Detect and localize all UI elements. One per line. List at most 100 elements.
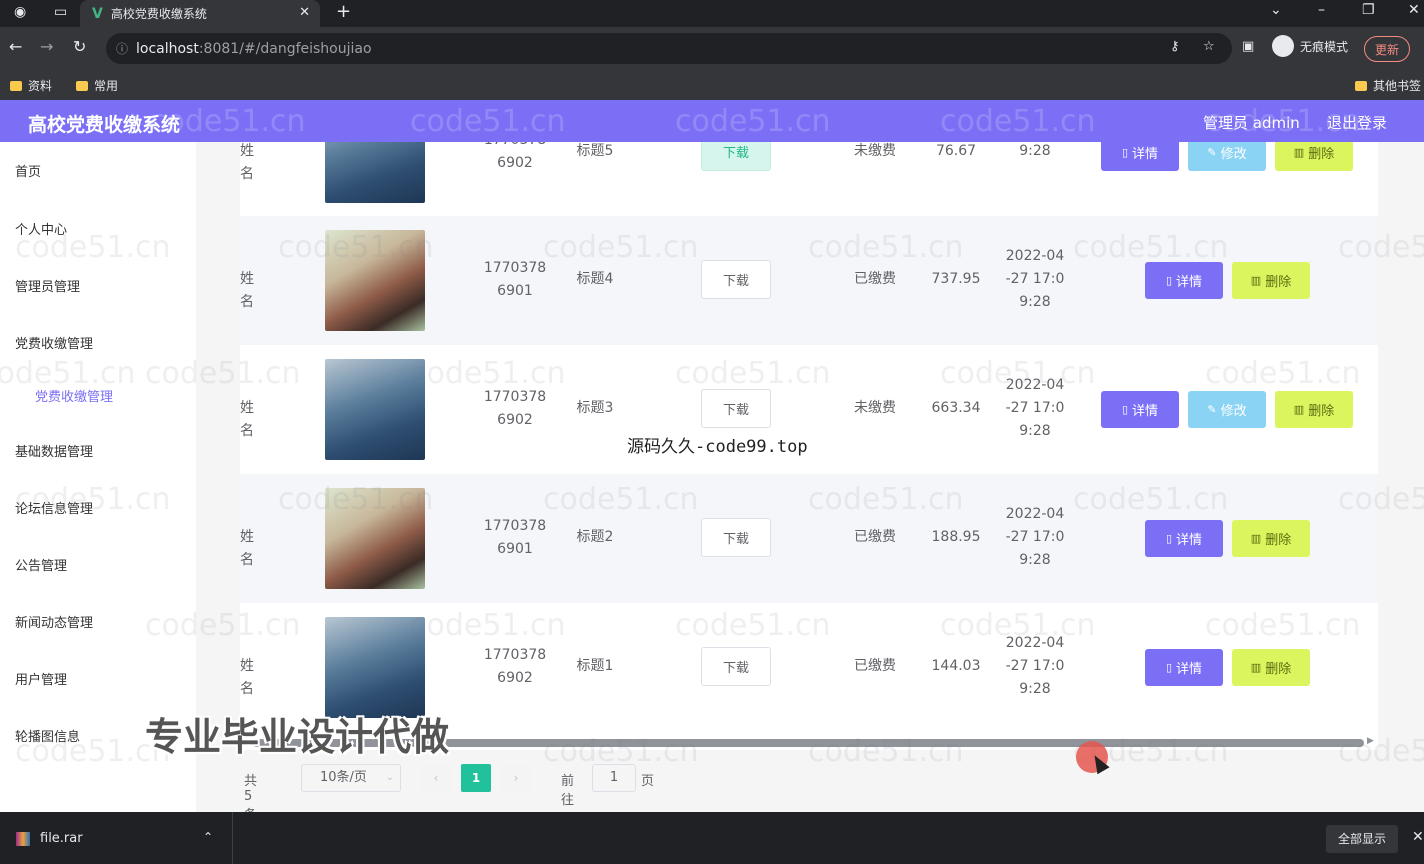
close-tab-icon[interactable]: ✕ bbox=[299, 5, 310, 20]
detail-button[interactable]: ▯ 详情 bbox=[1145, 262, 1223, 299]
sidepanel-icon[interactable]: ▣ bbox=[1242, 39, 1254, 54]
delete-button[interactable]: ▥ 删除 bbox=[1232, 520, 1310, 557]
dues-table: 姓名17703786902标题5下载未缴费76.67-27 17:09:28▯详… bbox=[240, 142, 1378, 750]
detail-button[interactable]: ▯ 详情 bbox=[1145, 649, 1223, 686]
delete-button[interactable]: ▥ 删除 bbox=[1275, 142, 1353, 171]
new-tab-icon[interactable]: + bbox=[336, 1, 351, 22]
url-path: :8081/#/dangfeishoujiao bbox=[198, 40, 372, 57]
time-part: -27 17:0 bbox=[1005, 271, 1065, 287]
incognito-label: 无痕模式 bbox=[1300, 39, 1349, 54]
logout-link[interactable]: 退出登录 bbox=[1327, 112, 1387, 133]
edit-label: 修改 bbox=[1220, 404, 1247, 419]
detail-button[interactable]: ▯ 详情 bbox=[1101, 142, 1179, 171]
sidebar-item-news[interactable]: 新闻动态管理 bbox=[15, 612, 93, 631]
chevron-down-icon[interactable]: ⌄ bbox=[1270, 2, 1282, 18]
url-host: localhost bbox=[136, 40, 199, 57]
star-icon[interactable]: ☆ bbox=[1203, 39, 1215, 54]
time-part: 2022-04 bbox=[1005, 248, 1065, 264]
bookmark-folder-2[interactable]: 常用 bbox=[76, 77, 118, 94]
other-bookmarks[interactable]: 其他书签 bbox=[1355, 77, 1421, 94]
detail-button[interactable]: ▯ 详情 bbox=[1101, 391, 1179, 428]
sidebar-item-dues[interactable]: 党费收缴管理 bbox=[15, 333, 93, 352]
pencil-icon: ✎ bbox=[1207, 403, 1217, 416]
back-icon[interactable]: ← bbox=[9, 37, 22, 56]
document-icon: ▯ bbox=[1165, 661, 1173, 674]
avatar bbox=[325, 142, 425, 203]
maximize-icon[interactable]: ❐ bbox=[1362, 2, 1375, 18]
download-button[interactable]: 下载 bbox=[701, 260, 771, 299]
edit-button[interactable]: ✎ 修改 bbox=[1188, 391, 1266, 428]
reload-icon[interactable]: ↻ bbox=[73, 37, 86, 56]
sidebar-item-home[interactable]: 首页 bbox=[15, 161, 41, 180]
time-part: 2022-04 bbox=[1005, 377, 1065, 393]
phone-cell: 1770378 6901 bbox=[475, 515, 555, 561]
info-icon[interactable]: ⓘ bbox=[116, 40, 128, 57]
sidebar-item-basic-data[interactable]: 基础数据管理 bbox=[15, 441, 93, 460]
document-icon: ▯ bbox=[1121, 403, 1129, 416]
sidebar-item-profile[interactable]: 个人中心 bbox=[15, 219, 67, 238]
sidebar-item-carousel[interactable]: 轮播图信息 bbox=[15, 726, 80, 745]
chevron-up-icon[interactable]: ⌃ bbox=[203, 830, 213, 844]
avatar bbox=[325, 359, 425, 460]
delete-button[interactable]: ▥ 删除 bbox=[1232, 649, 1310, 686]
divider bbox=[232, 812, 233, 864]
amount-cell: 144.03 bbox=[931, 658, 981, 674]
table-row: 姓名 1770378 6901 标题2 下载 已缴费 188.95 2022-04 -27 17… bbox=[240, 474, 1378, 603]
phone-cell: 1770378 6902 bbox=[475, 644, 555, 690]
sidebar-item-admins[interactable]: 管理员管理 bbox=[15, 276, 80, 295]
show-all-button[interactable]: 全部显示 bbox=[1326, 825, 1399, 853]
edit-button[interactable]: ✎ 修改 bbox=[1188, 142, 1266, 171]
window-icon[interactable]: ▭ bbox=[54, 4, 67, 20]
download-button[interactable]: 下载 bbox=[701, 142, 771, 171]
sidebar-item-forum[interactable]: 论坛信息管理 bbox=[15, 498, 93, 517]
download-button[interactable]: 下载 bbox=[701, 389, 771, 428]
globe-icon[interactable]: ◉ bbox=[14, 4, 26, 20]
time-part: 9:28 bbox=[1019, 143, 1051, 159]
bookmarks-bar: 资料 常用 其他书签 bbox=[0, 70, 1424, 100]
bookmark-folder-1[interactable]: 资料 bbox=[10, 77, 52, 94]
detail-button[interactable]: ▯ 详情 bbox=[1145, 520, 1223, 557]
table-row: 姓名 1770378 6902 标题5 下载 未缴费 76.67 -27 17:09:28 ▯详… bbox=[240, 142, 1378, 217]
delete-label: 删除 bbox=[1308, 147, 1335, 162]
avatar bbox=[325, 488, 425, 589]
update-button[interactable]: 更新 bbox=[1364, 36, 1411, 62]
document-icon: ▯ bbox=[1121, 146, 1129, 159]
close-download-bar-icon[interactable]: ✕ bbox=[1412, 829, 1424, 845]
delete-button[interactable]: ▥ 删除 bbox=[1232, 262, 1310, 299]
key-icon[interactable]: ⚷ bbox=[1170, 39, 1180, 54]
delete-button[interactable]: ▥ 删除 bbox=[1275, 391, 1353, 428]
download-button[interactable]: 下载 bbox=[701, 518, 771, 557]
phone-part: 1770378 bbox=[483, 260, 547, 276]
forward-icon[interactable]: → bbox=[40, 37, 53, 56]
avatar bbox=[325, 230, 425, 331]
download-item[interactable]: file.rar bbox=[16, 831, 83, 846]
sidebar-item-users[interactable]: 用户管理 bbox=[15, 669, 67, 688]
url-field[interactable]: ⓘ localhost:8081/#/dangfeishoujiao bbox=[106, 33, 1232, 64]
time-cell: 2022-04 -27 17:0 9:28 bbox=[995, 245, 1075, 314]
app-header: 高校党费收缴系统 管理员 admin 退出登录 bbox=[0, 100, 1424, 142]
minimize-icon[interactable]: – bbox=[1318, 2, 1325, 18]
download-button[interactable]: 下载 bbox=[701, 647, 771, 686]
browser-tab[interactable]: V 高校党费收缴系统 ✕ bbox=[80, 0, 320, 27]
address-toolbar: ← → ↻ ⓘ localhost:8081/#/dangfeishoujiao… bbox=[0, 27, 1424, 70]
close-window-icon[interactable]: ✕ bbox=[1408, 2, 1420, 18]
next-page-button[interactable]: › bbox=[501, 764, 531, 792]
rar-file-icon bbox=[16, 831, 30, 846]
page-unit: 页 bbox=[641, 774, 655, 789]
tab-title: 高校党费收缴系统 bbox=[110, 7, 207, 21]
page-size-select[interactable]: 10条/页 ⌄ bbox=[301, 764, 401, 792]
amount-cell: 737.95 bbox=[931, 271, 981, 287]
folder-icon bbox=[10, 80, 22, 91]
current-page[interactable]: 1 bbox=[461, 764, 491, 792]
trash-icon: ▥ bbox=[1293, 403, 1305, 416]
prev-page-button[interactable]: ‹ bbox=[421, 764, 451, 792]
goto-page-input[interactable]: 1 bbox=[592, 764, 636, 792]
phone-cell: 1770378 6901 bbox=[475, 257, 555, 303]
sidebar-item-notices[interactable]: 公告管理 bbox=[15, 555, 67, 574]
phone-part: 1770378 bbox=[483, 647, 547, 663]
status-cell: 已缴费 bbox=[854, 529, 896, 545]
sidebar-subitem-dues[interactable]: 党费收缴管理 bbox=[35, 386, 113, 405]
scroll-right-icon[interactable]: ▶ bbox=[1367, 736, 1374, 746]
incognito-indicator[interactable]: 无痕模式 bbox=[1272, 35, 1348, 57]
time-part: 9:28 bbox=[1019, 294, 1051, 310]
